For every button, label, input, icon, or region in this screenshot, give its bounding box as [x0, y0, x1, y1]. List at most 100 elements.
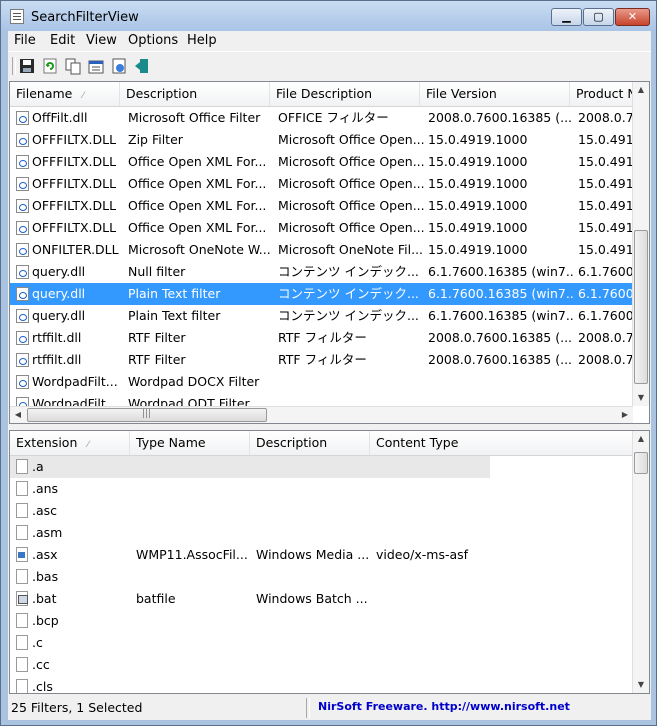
col-description[interactable]: Description: [120, 82, 270, 106]
cell-ext-description: Windows Media ...: [256, 547, 368, 562]
list-item[interactable]: .bcp: [10, 610, 633, 632]
cell-content-type: [376, 522, 576, 544]
col-product-name[interactable]: Product N: [570, 82, 640, 106]
filters-vscrollbar[interactable]: ▲ ▼: [632, 82, 649, 406]
extensions-vscroll-thumb[interactable]: [634, 452, 648, 474]
blank-file-icon: [16, 503, 28, 518]
list-item[interactable]: .bat batfile Windows Batch ...: [10, 588, 633, 610]
scroll-left-icon[interactable]: ◀: [10, 407, 26, 423]
cell-description: RTF Filter: [128, 330, 186, 345]
cell-content-type: [376, 588, 576, 610]
cell-product-name: 15.0.4919: [578, 242, 638, 257]
table-row[interactable]: OffFilt.dll Microsoft Office Filter OFFICE…: [10, 107, 638, 129]
table-row[interactable]: OFFFILTX.DLL Office Open XML For... Micros…: [10, 195, 638, 217]
report-icon[interactable]: [110, 57, 128, 75]
save-icon[interactable]: [18, 57, 36, 75]
table-row[interactable]: query.dll Null filter コンテンツ インデック... 6.1.76…: [10, 261, 638, 283]
dll-file-icon: [16, 111, 29, 125]
cell-filename: OFFFILTX.DLL: [32, 198, 117, 213]
scroll-right-icon[interactable]: ▶: [617, 407, 633, 423]
list-item[interactable]: .asm: [10, 522, 633, 544]
copy-icon[interactable]: [64, 57, 82, 75]
properties-icon[interactable]: [87, 57, 105, 75]
cell-ext-description: Windows Batch ...: [256, 591, 368, 606]
menu-edit[interactable]: Edit: [50, 33, 75, 48]
table-row[interactable]: WordpadFilt... Wordpad DOCX Filter: [10, 371, 633, 393]
cell-ext-description: [256, 654, 368, 676]
col-type-name[interactable]: Type Name: [130, 431, 250, 455]
list-item[interactable]: .bas: [10, 566, 633, 588]
list-item[interactable]: .ans: [10, 478, 633, 500]
col-filename[interactable]: Filename ⁄: [10, 82, 120, 106]
blank-file-icon: [16, 613, 28, 628]
cell-product-name: 15.0.4919: [578, 154, 638, 169]
table-row[interactable]: rtffilt.dll RTF Filter RTF フィルター 2008.0.760…: [10, 327, 638, 349]
menu-view[interactable]: View: [86, 33, 117, 48]
filters-list[interactable]: Filename ⁄ Description File Description F…: [9, 81, 650, 424]
cell-type-name: [136, 566, 248, 588]
list-item[interactable]: .cc: [10, 654, 633, 676]
minimize-button[interactable]: ▁: [551, 8, 582, 26]
cell-content-type: [376, 478, 576, 500]
col-content-type[interactable]: Content Type: [370, 431, 633, 455]
filters-vscroll-thumb[interactable]: [634, 230, 648, 384]
table-row[interactable]: query.dll Plain Text filter コンテンツ インデック...…: [10, 305, 638, 327]
blank-file-icon: [16, 657, 28, 672]
cell-file-version: 15.0.4919.1000: [428, 242, 528, 257]
filters-hscroll-thumb[interactable]: |||: [27, 408, 267, 422]
list-item[interactable]: .asc: [10, 500, 633, 522]
cell-product-name: 2008.0.76: [578, 110, 638, 125]
list-item[interactable]: .cls: [10, 676, 633, 693]
cell-content-type: [376, 456, 576, 478]
filters-hscrollbar[interactable]: ◀ ||| ▶: [10, 406, 633, 423]
exit-icon[interactable]: [133, 57, 151, 75]
col-ext-description[interactable]: Description: [250, 431, 370, 455]
list-item[interactable]: .a: [10, 456, 490, 478]
nirsoft-link[interactable]: NirSoft Freeware. http://www.nirsoft.net: [318, 700, 570, 713]
refresh-icon[interactable]: [41, 57, 59, 75]
cell-file-version: 15.0.4919.1000: [428, 176, 528, 191]
table-row[interactable]: OFFFILTX.DLL Zip Filter Microsoft Office O…: [10, 129, 638, 151]
table-row[interactable]: OFFFILTX.DLL Office Open XML For... Micros…: [10, 151, 638, 173]
table-row[interactable]: OFFFILTX.DLL Office Open XML For... Micros…: [10, 217, 638, 239]
cell-description: Microsoft OneNote W...: [128, 242, 271, 257]
col-file-version[interactable]: File Version: [420, 82, 570, 106]
cell-ext-description: [256, 522, 368, 544]
list-item[interactable]: .asx WMP11.AssocFil... Windows Media ... vi…: [10, 544, 633, 566]
cell-type-name: [136, 610, 248, 632]
cell-filename: OffFilt.dll: [32, 110, 88, 125]
scroll-down-icon[interactable]: ▼: [633, 677, 649, 693]
col-extension[interactable]: Extension ⁄: [10, 431, 130, 455]
table-row[interactable]: ONFILTER.DLL Microsoft OneNote W... Micros…: [10, 239, 638, 261]
cell-description: Plain Text filter: [128, 286, 221, 301]
cell-type-name: WMP11.AssocFil...: [136, 547, 248, 562]
cell-ext-description: [256, 566, 368, 588]
dll-file-icon: [16, 177, 29, 191]
close-button[interactable]: ✕: [615, 8, 650, 26]
maximize-button[interactable]: ▢: [583, 8, 614, 26]
scroll-down-icon[interactable]: ▼: [633, 390, 649, 406]
title-bar[interactable]: SearchFilterView ▁ ▢ ✕: [1, 1, 656, 31]
menu-file[interactable]: File: [14, 33, 36, 48]
menu-help[interactable]: Help: [187, 33, 217, 48]
scroll-up-icon[interactable]: ▲: [633, 82, 649, 98]
cell-extension: .asx: [32, 547, 58, 562]
app-window: SearchFilterView ▁ ▢ ✕ File Edit View Op…: [0, 0, 657, 726]
cell-file-description: Microsoft Office Open...: [278, 132, 424, 147]
table-row[interactable]: rtffilt.dll RTF Filter RTF フィルター 2008.0.760…: [10, 349, 638, 371]
blank-file-icon: [16, 525, 28, 540]
cell-ext-description: [256, 478, 368, 500]
dll-file-icon: [16, 265, 29, 279]
extensions-vscrollbar[interactable]: ▲ ▼: [632, 431, 649, 693]
cell-type-name: [136, 632, 248, 654]
scroll-up-icon[interactable]: ▲: [633, 431, 649, 447]
table-row[interactable]: query.dll Plain Text filter コンテンツ インデック...…: [10, 283, 638, 305]
menu-options[interactable]: Options: [128, 33, 178, 48]
cell-content-type: video/x-ms-asf: [376, 547, 469, 562]
cell-content-type: [376, 632, 576, 654]
col-file-description[interactable]: File Description: [270, 82, 420, 106]
cell-product-name: [578, 371, 638, 393]
extensions-list[interactable]: Extension ⁄ Type Name Description Content…: [9, 430, 650, 694]
list-item[interactable]: .c: [10, 632, 633, 654]
table-row[interactable]: OFFFILTX.DLL Office Open XML For... Micros…: [10, 173, 638, 195]
